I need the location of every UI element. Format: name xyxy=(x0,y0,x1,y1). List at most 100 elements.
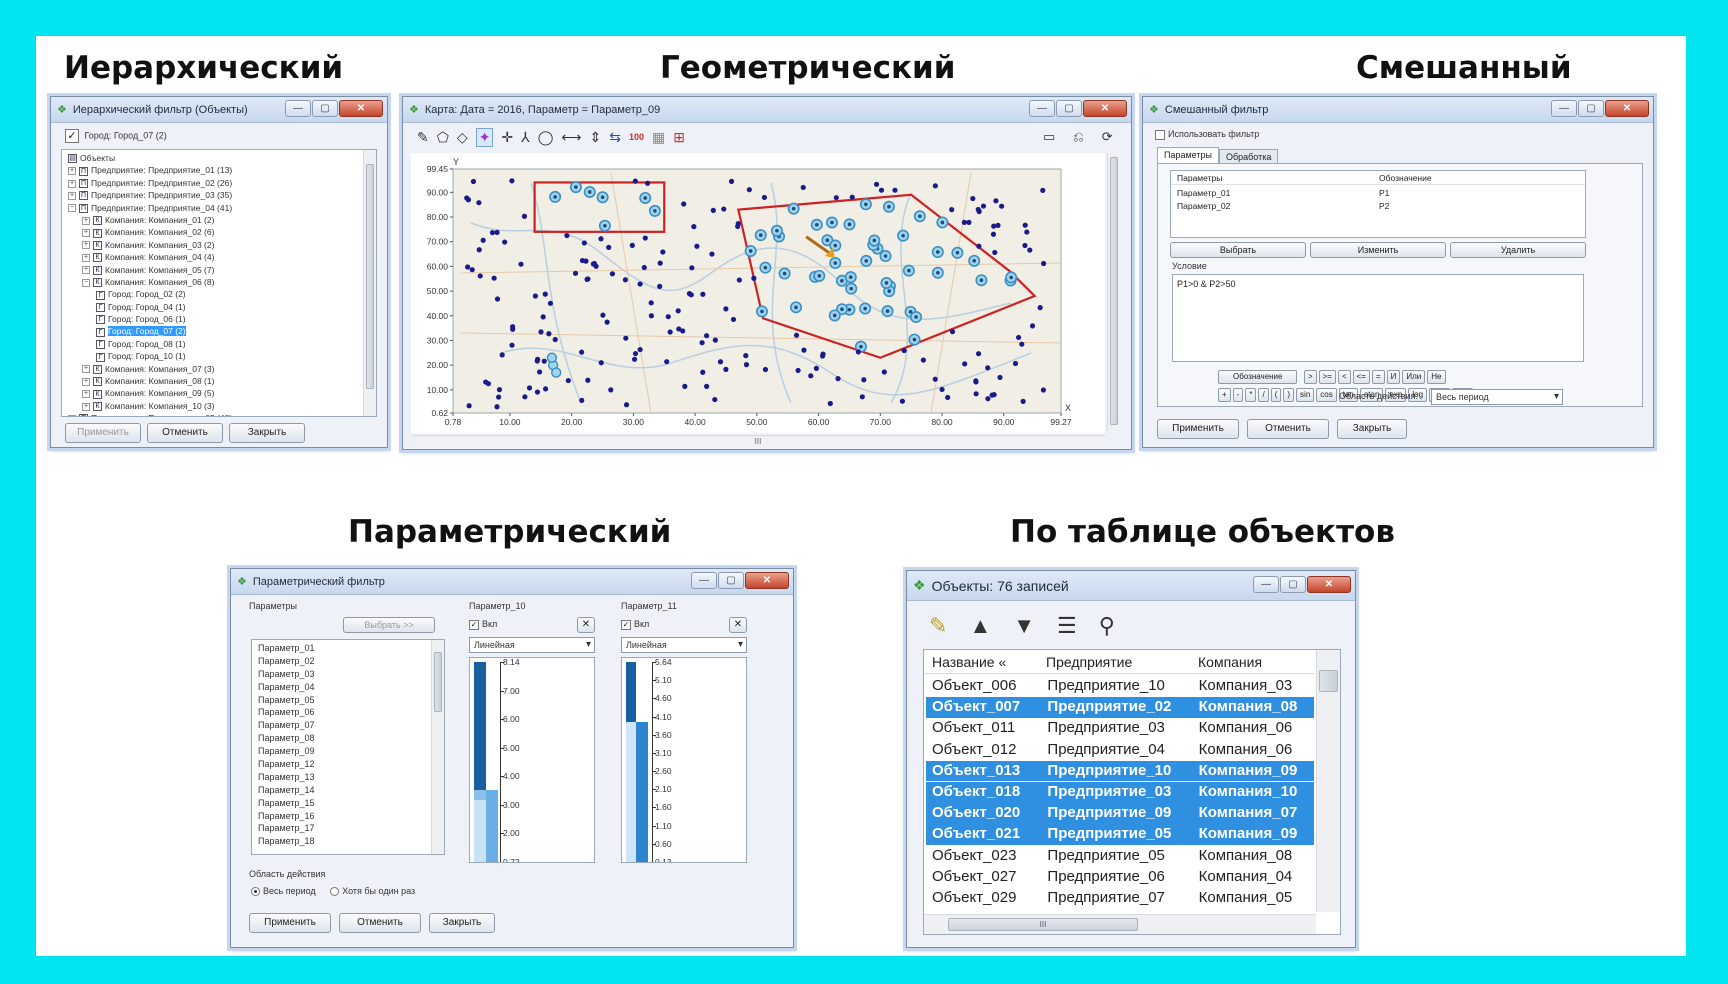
radio-whole-period[interactable] xyxy=(251,887,260,897)
parameter-list-item[interactable]: Параметр_14 xyxy=(252,784,444,797)
table-row[interactable]: Параметр_02 P2 xyxy=(1171,200,1585,212)
parameter-list-item[interactable]: Параметр_13 xyxy=(252,771,444,784)
table-row[interactable]: Объект_013 Предприятие_10 Компания_09 xyxy=(926,760,1314,782)
object-point[interactable] xyxy=(584,276,590,282)
object-point[interactable] xyxy=(536,369,543,375)
tree-node[interactable]: + К Компания: Компания_03 (2) xyxy=(68,239,376,251)
map-plot[interactable]: 99.45 90.00 80.00 70.00 60.00 50.00 40.00 30.00… xyxy=(411,153,1105,433)
object-point[interactable] xyxy=(609,271,616,277)
object-point[interactable] xyxy=(509,178,515,184)
object-point[interactable] xyxy=(808,373,814,379)
tab-parameters[interactable]: Параметры xyxy=(1157,147,1219,164)
object-point[interactable] xyxy=(648,313,654,319)
object-point[interactable] xyxy=(1022,242,1028,249)
object-point[interactable] xyxy=(682,383,688,389)
polygon-select-icon[interactable]: ⬠ xyxy=(437,129,449,146)
object-point[interactable] xyxy=(541,358,547,364)
scroll-thumb[interactable] xyxy=(434,652,442,712)
tree-node[interactable]: + К Компания: Компания_02 (6) xyxy=(68,226,376,238)
object-point[interactable] xyxy=(970,195,976,202)
close-window-button[interactable]: ✕ xyxy=(745,572,789,589)
object-point[interactable] xyxy=(579,349,585,355)
object-point[interactable] xyxy=(717,359,724,365)
scroll-thumb[interactable] xyxy=(1110,157,1118,425)
tree-node[interactable]: − П Предприятие: Предприятие_04 (41) xyxy=(68,202,376,214)
rhombus-select-icon[interactable]: ◇ xyxy=(457,129,468,146)
column-header-name[interactable]: Название « xyxy=(932,650,1006,674)
object-point[interactable] xyxy=(1019,341,1025,347)
table-row[interactable]: Объект_023 Предприятие_05 Компания_08 xyxy=(926,846,1314,867)
object-point[interactable] xyxy=(849,194,855,200)
object-point[interactable] xyxy=(962,361,968,367)
scroll-thumb[interactable] xyxy=(1319,670,1338,692)
object-point[interactable] xyxy=(980,203,987,209)
object-point[interactable] xyxy=(1020,398,1026,404)
object-point[interactable] xyxy=(494,404,500,410)
object-point[interactable] xyxy=(939,386,945,393)
object-point[interactable] xyxy=(494,229,500,235)
object-point[interactable] xyxy=(997,374,1003,381)
object-point[interactable] xyxy=(1040,260,1047,267)
object-point[interactable] xyxy=(899,398,906,404)
parameter-list-item[interactable]: Параметр_08 xyxy=(252,732,444,745)
expand-toggle-icon[interactable]: − xyxy=(82,278,90,287)
minimize-button[interactable]: — xyxy=(1551,100,1577,117)
tree-node[interactable]: − К Компания: Компания_06 (8) xyxy=(68,276,376,288)
object-point[interactable] xyxy=(689,265,695,271)
close-window-button[interactable]: ✕ xyxy=(339,100,383,117)
object-point[interactable] xyxy=(901,347,907,354)
table-row[interactable]: Объект_029 Предприятие_07 Компания_05 xyxy=(926,888,1314,909)
title-bar[interactable]: ❖ Иерархический фильтр (Объекты) — ▢ ✕ xyxy=(51,97,387,123)
object-point[interactable] xyxy=(540,314,546,320)
function-button[interactable]: ) xyxy=(1283,388,1295,402)
table-row[interactable]: Объект_021 Предприятие_05 Компания_09 xyxy=(926,824,1314,845)
column-header-enterprise[interactable]: Предприятие xyxy=(1046,650,1132,674)
object-point[interactable] xyxy=(598,236,604,242)
parameters-table[interactable]: Параметры Обозначение Параметр_01 P1 Парам… xyxy=(1170,170,1586,238)
operator-button[interactable]: = xyxy=(1371,370,1385,384)
object-point[interactable] xyxy=(521,213,528,219)
object-point[interactable] xyxy=(746,187,752,193)
use-filter-checkbox[interactable] xyxy=(1155,129,1165,140)
expand-toggle-icon[interactable]: + xyxy=(82,229,90,238)
object-point[interactable] xyxy=(1012,360,1019,367)
tree-node[interactable]: + К Компания: Компания_04 (4) xyxy=(68,251,376,263)
object-point[interactable] xyxy=(496,394,502,400)
parameter-list-item[interactable]: Параметр_09 xyxy=(252,745,444,758)
column-header-company[interactable]: Компания xyxy=(1198,650,1262,674)
object-point[interactable] xyxy=(762,366,769,373)
object-point[interactable] xyxy=(518,261,524,267)
object-point[interactable] xyxy=(961,219,967,225)
scroll-thumb[interactable]: III xyxy=(948,918,1138,931)
object-point[interactable] xyxy=(999,203,1005,209)
maximize-button[interactable]: ▢ xyxy=(1056,100,1082,117)
function-button[interactable]: / xyxy=(1258,388,1269,402)
object-point[interactable] xyxy=(466,403,472,409)
pencil-icon[interactable]: ✎ xyxy=(417,129,429,146)
object-point[interactable] xyxy=(499,352,505,358)
object-point[interactable] xyxy=(973,378,979,384)
table-horizontal-scrollbar[interactable]: III xyxy=(924,914,1316,934)
object-point[interactable] xyxy=(949,329,956,335)
table-row[interactable]: Объект_006 Предприятие_10 Компания_03 xyxy=(926,676,1314,697)
object-point[interactable] xyxy=(465,197,472,203)
object-point[interactable] xyxy=(631,356,638,362)
table-row[interactable]: Объект_012 Предприятие_04 Компания_06 xyxy=(926,740,1314,761)
operator-button[interactable]: Не xyxy=(1427,370,1446,384)
object-point[interactable] xyxy=(579,397,585,403)
object-point[interactable] xyxy=(494,296,501,302)
tree-node[interactable]: Г Город: Город_08 (1) xyxy=(68,338,376,350)
object-point[interactable] xyxy=(990,231,997,237)
param11-enable-checkbox[interactable]: ✓ xyxy=(621,619,631,630)
object-point[interactable] xyxy=(932,183,938,189)
object-point[interactable] xyxy=(712,337,718,343)
table-row[interactable]: Объект_027 Предприятие_06 Компания_04 xyxy=(926,867,1314,888)
tree-node[interactable]: + К Компания: Компания_07 (3) xyxy=(68,363,376,375)
object-point[interactable] xyxy=(1040,187,1046,193)
tree-node[interactable]: + П Предприятие: Предприятие_03 (35) xyxy=(68,189,376,201)
tree-node[interactable]: + К Компания: Компания_08 (1) xyxy=(68,375,376,387)
object-point[interactable] xyxy=(660,249,666,255)
object-point[interactable] xyxy=(712,396,718,403)
close-window-button[interactable]: ✕ xyxy=(1605,100,1649,117)
close-window-button[interactable]: ✕ xyxy=(1083,100,1127,117)
